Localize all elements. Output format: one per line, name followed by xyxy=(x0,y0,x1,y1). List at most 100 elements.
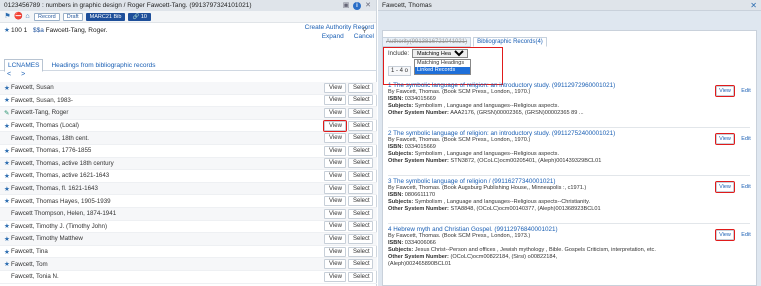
record-subjects: Subjects: Jesus Christ--Person and offic… xyxy=(388,247,748,254)
select-button[interactable]: Select xyxy=(348,183,373,194)
view-button[interactable]: View xyxy=(324,170,346,181)
edit-button[interactable]: Edit xyxy=(739,230,753,240)
close-icon[interactable]: ✕ xyxy=(364,2,372,10)
record-title-link[interactable]: 3 The symbolic language of religion / (9… xyxy=(388,178,748,185)
list-item[interactable]: ★ Fawcett, Susan, 1983- View Select xyxy=(0,95,377,108)
select-button[interactable]: Select xyxy=(348,82,373,93)
tab-bibliographic-records[interactable]: Bibliographic Records(4) xyxy=(473,37,547,47)
view-button[interactable]: View xyxy=(324,196,346,207)
edit-button[interactable]: Edit xyxy=(739,86,753,96)
stop-icon[interactable]: ⛔ xyxy=(14,13,23,20)
list-item[interactable]: ★ Fawcett, Thomas, active 18th century Vie… xyxy=(0,157,377,171)
select-button[interactable]: Select xyxy=(348,271,373,282)
record-title-link[interactable]: 1 The symbolic language of religion: an … xyxy=(388,82,748,89)
previous-arrow-icon[interactable]: < xyxy=(7,71,11,81)
info-icon[interactable]: i xyxy=(353,1,361,10)
list-item[interactable]: ★ Fawcett, Susan View Select xyxy=(0,82,377,95)
authority-title: Fawcett, Thomas xyxy=(382,1,432,9)
heading-name: Fawcett, Thomas, active 1621-1643 xyxy=(11,172,110,180)
list-item[interactable]: ★ Fawcett, Timothy Matthew View Select xyxy=(0,233,377,246)
select-button[interactable]: Select xyxy=(348,95,373,106)
list-item[interactable]: ★Fawcett Thompson, Helen, 1874-1941 ViewS… xyxy=(0,207,377,221)
view-button[interactable]: View xyxy=(324,95,346,106)
save-icon[interactable]: ▣ xyxy=(342,2,350,10)
list-item[interactable]: ★Fawcett, Tonia N. ViewSelect xyxy=(0,271,377,284)
record-other-number-label: Other System Number: xyxy=(388,110,449,117)
field-text: Fawcett-Tang, Roger. xyxy=(45,26,108,34)
select-button[interactable]: Select xyxy=(348,170,373,181)
view-button[interactable]: View xyxy=(715,133,735,145)
select-button[interactable]: Select xyxy=(348,246,373,257)
record-actions: View Edit xyxy=(714,85,753,97)
view-button[interactable]: View xyxy=(324,246,346,257)
cart-icon[interactable]: ⌂ xyxy=(24,13,31,20)
view-button[interactable]: View xyxy=(715,85,735,97)
edit-button[interactable]: Edit xyxy=(739,134,753,144)
select-button[interactable]: Select xyxy=(348,221,373,232)
view-button[interactable]: View xyxy=(324,158,346,169)
star-icon: ★ xyxy=(4,198,10,206)
list-item[interactable]: ★ Fawcett, Thomas (Local) View Select xyxy=(0,119,377,133)
record-button[interactable]: Record xyxy=(34,12,60,21)
next-arrow-icon[interactable]: > xyxy=(21,71,25,81)
select-button[interactable]: Select xyxy=(348,145,373,156)
record-other-number-label: Other System Number: xyxy=(388,254,449,261)
view-button[interactable]: View xyxy=(324,259,346,270)
list-item[interactable]: ✎ Fawcett-Tang, Roger View Select xyxy=(0,107,377,120)
heading-name: Fawcett, Tina xyxy=(11,248,48,256)
select-button[interactable]: Select xyxy=(348,120,373,131)
cancel-link[interactable]: Cancel xyxy=(354,32,374,41)
view-button[interactable]: View xyxy=(324,145,346,156)
record-title-link[interactable]: 2 The symbolic language of religion: an … xyxy=(388,130,748,137)
list-item[interactable]: ★ Fawcett, Thomas, active 1621-1643 View Se… xyxy=(0,170,377,183)
bib-record: 4 Hebrew myth and Christian Gospel. (991… xyxy=(388,226,748,269)
list-item[interactable]: ★ Fawcett, Tina View Select xyxy=(0,246,377,259)
view-button[interactable]: View xyxy=(324,221,346,232)
view-button[interactable]: View xyxy=(323,119,347,132)
view-button[interactable]: View xyxy=(324,107,346,118)
select-button[interactable]: Select xyxy=(348,233,373,244)
expand-link[interactable]: Expand xyxy=(322,32,344,41)
tab-bib-headings[interactable]: Headings from bibliographic records xyxy=(47,59,159,72)
view-button[interactable]: View xyxy=(715,229,735,241)
record-divider xyxy=(388,175,750,176)
star-icon: ★ xyxy=(4,261,10,269)
list-item[interactable]: ★ Fawcett, Tom View Select xyxy=(0,258,377,271)
list-item[interactable]: ★ Fawcett, Thomas Hayes, 1905-1939 View Sel… xyxy=(0,195,377,208)
edit-button[interactable]: Edit xyxy=(739,182,753,192)
create-authority-record-link[interactable]: Create Authority Record xyxy=(305,24,374,31)
select-button[interactable]: Select xyxy=(348,196,373,207)
close-icon[interactable]: ✕ xyxy=(750,1,757,10)
select-button[interactable]: Select xyxy=(348,259,373,270)
record-title-link[interactable]: 4 Hebrew myth and Christian Gospel. (991… xyxy=(388,226,748,233)
list-item[interactable]: ★Fawcett, Thomas, 18th cent. ViewSelect xyxy=(0,132,377,145)
view-button[interactable]: View xyxy=(324,208,346,219)
select-button[interactable]: Select xyxy=(348,107,373,118)
view-button[interactable]: View xyxy=(324,82,346,93)
list-item[interactable]: ★ Fawcett, Thomas, fl. 1621-1643 View Selec… xyxy=(0,182,377,196)
view-button[interactable]: View xyxy=(324,233,346,244)
tab-authority[interactable]: Authority(9913816721041021) xyxy=(382,37,472,47)
list-item[interactable]: ★ Fawcett, Timothy J. (Timothy John) View S… xyxy=(0,221,377,234)
heading-name: Fawcett, Thomas, 1776-1855 xyxy=(11,147,92,155)
select-button[interactable]: Select xyxy=(348,158,373,169)
heading-name: Fawcett, Thomas, active 18th century xyxy=(11,159,114,167)
record-author: By Fawcett, Thomas. (Book SCM Press,, Lo… xyxy=(388,233,531,240)
view-button[interactable]: View xyxy=(324,133,346,144)
view-button[interactable]: View xyxy=(324,271,346,282)
view-button[interactable]: View xyxy=(324,183,346,194)
record-title-bar: 0123456789 : numbers in graphic design /… xyxy=(0,0,376,11)
select-button[interactable]: Select xyxy=(348,208,373,219)
heading-list: ★ Fawcett, Susan View Select ★ Fawcett, Susan… xyxy=(0,82,377,284)
home-icon[interactable]: ⚑ xyxy=(4,13,11,20)
view-button[interactable]: View xyxy=(715,181,735,193)
record-isbn-value: 0334015669 xyxy=(404,144,436,151)
right-panel: Fawcett, Thomas ✕ Authority(991381672104… xyxy=(378,0,761,286)
select-button[interactable]: Select xyxy=(348,133,373,144)
blank-icon: ★ xyxy=(4,210,11,218)
subfield-code: $$a xyxy=(33,26,44,34)
record-other-number-value: (OCoLC)ocm00822184, (Sirsi) o00822184, xyxy=(450,254,558,261)
list-item[interactable]: ★ Fawcett, Thomas, 1776-1855 View Select xyxy=(0,145,377,158)
record-isbn: ISBN: 0334015669 xyxy=(388,144,748,151)
record-subjects-label: Subjects: xyxy=(388,199,414,206)
